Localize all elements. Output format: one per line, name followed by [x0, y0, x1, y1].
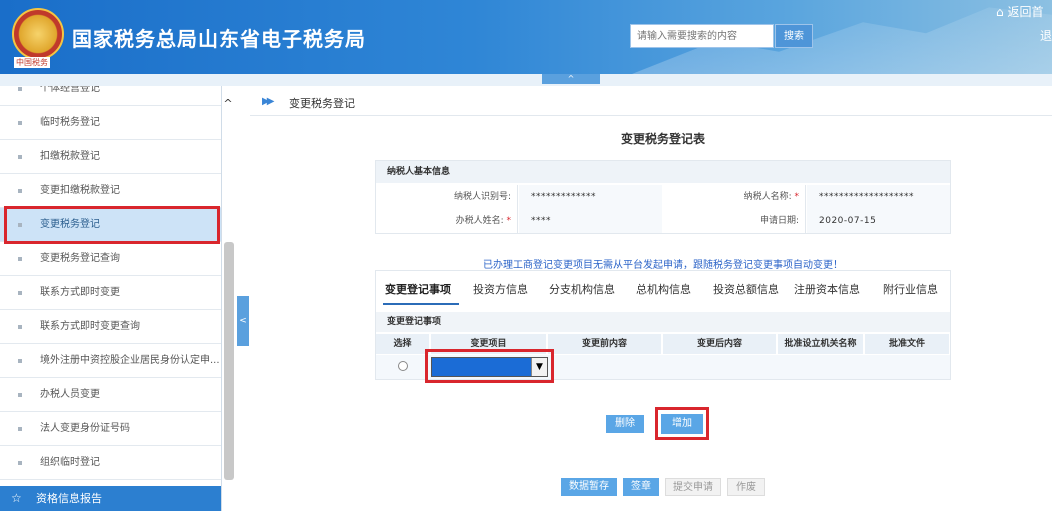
sidebar-item[interactable]: 联系方式即时变更查询	[0, 310, 221, 344]
tax-emblem-logo	[12, 8, 64, 60]
sidebar-item-label: 个体经营登记	[40, 86, 100, 94]
star-icon: ☆	[11, 491, 22, 505]
notice-text: 已办理工商登记变更项目无需从平台发起申请，跟随税务登记变更事项自动变更！	[483, 260, 843, 271]
sidebar-item-label: 境外注册中资控股企业居民身份认定申...	[40, 355, 220, 366]
sidebar-item-label: 临时税务登记	[40, 117, 100, 128]
bullet-icon	[18, 393, 22, 397]
sidebar-section-qualification[interactable]: ☆ 资格信息报告	[0, 486, 221, 511]
home-link-label: 返回首	[1007, 5, 1044, 19]
sidebar-item[interactable]: 扣缴税款登记	[0, 140, 221, 174]
search-button[interactable]: 搜索	[775, 24, 813, 48]
double-arrow-icon: ▶▶	[262, 96, 275, 107]
sidebar-item-label: 法人变更身份证号码	[40, 423, 130, 434]
apply-date-value: 2020-07-15	[807, 209, 950, 233]
sidebar-toggle-handle[interactable]: <	[237, 296, 249, 346]
taxpayer-info-title: 纳税人基本信息	[376, 161, 950, 183]
column-header: 变更后内容	[663, 334, 777, 354]
handler-name-value: ****	[519, 209, 662, 233]
bullet-icon	[18, 121, 22, 125]
table-title: 变更登记事项	[376, 312, 950, 332]
highlight-box-add	[655, 407, 709, 440]
taxpayer-name-value: *******************	[807, 185, 950, 209]
site-title: 国家税务总局山东省电子税务局	[72, 27, 366, 51]
sidebar-item-label: 组织临时登记	[40, 457, 100, 468]
bullet-icon	[18, 325, 22, 329]
bullet-icon	[18, 155, 22, 159]
bullet-icon	[18, 291, 22, 295]
tab-total-investment-info[interactable]: 投资总额信息	[713, 281, 779, 297]
delete-button[interactable]: 删除	[606, 415, 644, 433]
save-draft-button[interactable]: 数据暂存	[561, 478, 617, 496]
sidebar-item[interactable]: 临时税务登记	[0, 106, 221, 140]
bullet-icon	[18, 257, 22, 261]
breadcrumb-bar	[250, 86, 1052, 116]
breadcrumb: 变更税务登记	[289, 97, 355, 110]
highlight-box-sidebar	[4, 206, 220, 244]
column-header: 选择	[376, 334, 430, 354]
home-icon: ⌂	[996, 5, 1004, 19]
collapse-header-button[interactable]: ^	[542, 74, 600, 84]
tab-head-office-info[interactable]: 总机构信息	[636, 281, 691, 297]
sidebar-item-label: 办税人员变更	[40, 389, 100, 400]
tab-change-items[interactable]: 变更登记事项	[385, 281, 451, 297]
column-header: 变更前内容	[548, 334, 662, 354]
apply-date-label: 申请日期:	[663, 209, 806, 233]
sidebar-section-label: 资格信息报告	[36, 492, 102, 505]
chevron-up-icon[interactable]: ^	[222, 97, 234, 110]
active-tab-indicator	[383, 303, 459, 305]
column-header: 批准文件	[865, 334, 950, 354]
tab-branch-info[interactable]: 分支机构信息	[549, 281, 615, 297]
search-input[interactable]	[630, 24, 774, 48]
collapse-bar	[0, 74, 1052, 86]
highlight-box-select	[425, 349, 554, 383]
sidebar-item[interactable]: 变更税务登记查询	[0, 242, 221, 276]
tab-industry-info[interactable]: 附行业信息	[883, 281, 938, 297]
bullet-icon	[18, 427, 22, 431]
bullet-icon	[18, 359, 22, 363]
taxpayer-id-label: 纳税人识别号:	[376, 185, 518, 209]
row-select-radio[interactable]	[398, 361, 408, 371]
sidebar-item-label: 扣缴税款登记	[40, 151, 100, 162]
sidebar-item[interactable]: 法人变更身份证号码	[0, 412, 221, 446]
bullet-icon	[18, 189, 22, 193]
sidebar-item-label: 联系方式即时变更查询	[40, 321, 140, 332]
tab-investor-info[interactable]: 投资方信息	[473, 281, 528, 297]
bullet-icon	[18, 461, 22, 465]
submit-button[interactable]: 提交申请	[665, 478, 721, 496]
taxpayer-id-value: *************	[519, 185, 662, 209]
sidebar-item[interactable]: 办税人员变更	[0, 378, 221, 412]
emblem-caption: 中国税务	[14, 57, 50, 68]
sidebar-scrollbar[interactable]	[224, 242, 234, 480]
form-title: 变更税务登记表	[620, 132, 705, 146]
void-button[interactable]: 作废	[727, 478, 765, 496]
bullet-icon	[18, 87, 22, 91]
handler-name-label: 办税人姓名: *	[376, 209, 518, 233]
sidebar-item-label: 变更税务登记查询	[40, 253, 120, 264]
home-link[interactable]: ⌂ 返回首	[996, 3, 1043, 20]
sidebar-item[interactable]: 个体经营登记	[0, 86, 221, 106]
taxpayer-name-label: 纳税人名称: *	[663, 185, 806, 209]
sidebar-item[interactable]: 联系方式即时变更	[0, 276, 221, 310]
sidebar-item[interactable]: 变更扣缴税款登记	[0, 174, 221, 208]
sidebar: 个体经营登记 临时税务登记 扣缴税款登记 变更扣缴税款登记 变更税务登记 变更税…	[0, 86, 222, 511]
logout-link[interactable]: 退	[1040, 27, 1052, 44]
sidebar-item[interactable]: 组织临时登记	[0, 446, 221, 480]
sign-button[interactable]: 签章	[623, 478, 659, 496]
column-header: 批准设立机关名称	[778, 334, 864, 354]
tab-registered-capital-info[interactable]: 注册资本信息	[794, 281, 860, 297]
sidebar-item[interactable]: 境外注册中资控股企业居民身份认定申...	[0, 344, 221, 378]
sidebar-item-label: 联系方式即时变更	[40, 287, 120, 298]
sidebar-item-label: 变更扣缴税款登记	[40, 185, 120, 196]
